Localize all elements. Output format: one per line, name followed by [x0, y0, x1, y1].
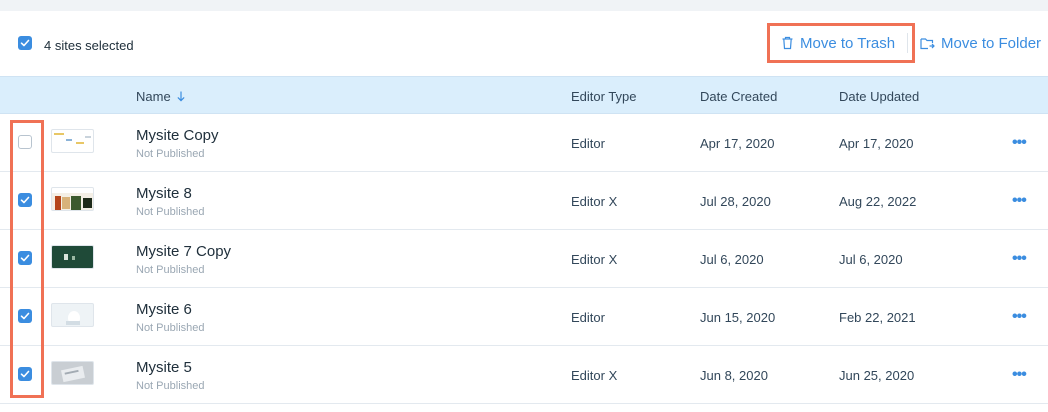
folder-move-icon	[920, 37, 935, 49]
more-dots-icon[interactable]: •••	[1012, 366, 1027, 384]
site-status: Not Published	[136, 380, 205, 392]
sort-down-arrow-icon	[177, 91, 185, 102]
site-thumbnail	[51, 361, 94, 385]
date-created-cell: Jul 28, 2020	[700, 194, 771, 209]
toolbar-divider	[907, 33, 908, 53]
site-name[interactable]: Mysite 7 Copy	[136, 243, 231, 260]
date-updated-cell: Feb 22, 2021	[839, 310, 916, 325]
column-header-date-updated[interactable]: Date Updated	[839, 89, 919, 104]
editor-type-cell: Editor X	[571, 368, 618, 383]
site-thumbnail	[51, 129, 94, 153]
site-status: Not Published	[136, 264, 205, 276]
table-row[interactable]: Mysite 6 Not Published Editor Jun 15, 20…	[0, 288, 1048, 346]
trash-icon	[782, 36, 793, 50]
bulk-action-toolbar: 4 sites selected Move to Trash Move to F…	[0, 11, 1048, 76]
editor-type-cell: Editor	[571, 136, 605, 151]
date-updated-cell: Jul 6, 2020	[839, 252, 903, 267]
site-name[interactable]: Mysite 8	[136, 185, 192, 202]
date-updated-cell: Apr 17, 2020	[839, 136, 914, 151]
more-dots-icon[interactable]: •••	[1012, 250, 1027, 268]
more-dots-icon[interactable]: •••	[1012, 134, 1027, 152]
row-checkbox[interactable]	[18, 251, 32, 265]
date-created-cell: Apr 17, 2020	[700, 136, 775, 151]
site-status: Not Published	[136, 206, 205, 218]
row-checkbox[interactable]	[18, 193, 32, 207]
select-all-checkbox[interactable]	[18, 36, 32, 50]
editor-type-cell: Editor X	[571, 194, 618, 209]
table-header: Name Editor Type Date Created Date Updat…	[0, 76, 1048, 114]
column-header-editor-type[interactable]: Editor Type	[571, 89, 637, 104]
date-created-cell: Jun 15, 2020	[700, 310, 776, 325]
site-thumbnail	[51, 187, 94, 211]
site-name[interactable]: Mysite Copy	[136, 127, 219, 144]
selected-count-label: 4 sites selected	[44, 38, 134, 53]
site-name[interactable]: Mysite 6	[136, 301, 192, 318]
check-icon	[20, 370, 30, 378]
move-to-trash-label: Move to Trash	[800, 34, 896, 52]
check-icon	[20, 312, 30, 320]
more-dots-icon[interactable]: •••	[1012, 308, 1027, 326]
date-updated-cell: Jun 25, 2020	[839, 368, 915, 383]
date-updated-cell: Aug 22, 2022	[839, 194, 917, 209]
row-checkbox[interactable]	[18, 309, 32, 323]
column-header-date-created[interactable]: Date Created	[700, 89, 777, 104]
table-row[interactable]: Mysite 7 Copy Not Published Editor X Jul…	[0, 230, 1048, 288]
table-row[interactable]: Mysite 5 Not Published Editor X Jun 8, 2…	[0, 346, 1048, 404]
site-thumbnail	[51, 303, 94, 327]
site-name[interactable]: Mysite 5	[136, 359, 192, 376]
row-checkbox[interactable]	[18, 135, 32, 149]
move-to-trash-button[interactable]: Move to Trash	[781, 33, 895, 53]
column-header-name[interactable]: Name	[136, 89, 185, 104]
check-icon	[20, 39, 30, 47]
date-created-cell: Jul 6, 2020	[700, 252, 764, 267]
site-status: Not Published	[136, 322, 205, 334]
more-dots-icon[interactable]: •••	[1012, 192, 1027, 210]
move-to-folder-button[interactable]: Move to Folder	[920, 33, 1041, 53]
table-row[interactable]: Mysite Copy Not Published Editor Apr 17,…	[0, 114, 1048, 172]
date-created-cell: Jun 8, 2020	[700, 368, 768, 383]
check-icon	[20, 254, 30, 262]
editor-type-cell: Editor	[571, 310, 605, 325]
table-row[interactable]: Mysite 8 Not Published Editor X Jul 28, …	[0, 172, 1048, 230]
site-thumbnail	[51, 245, 94, 269]
editor-type-cell: Editor X	[571, 252, 618, 267]
top-strip	[0, 0, 1048, 11]
check-icon	[20, 196, 30, 204]
site-status: Not Published	[136, 148, 205, 160]
move-to-folder-label: Move to Folder	[941, 34, 1042, 52]
row-checkbox[interactable]	[18, 367, 32, 381]
